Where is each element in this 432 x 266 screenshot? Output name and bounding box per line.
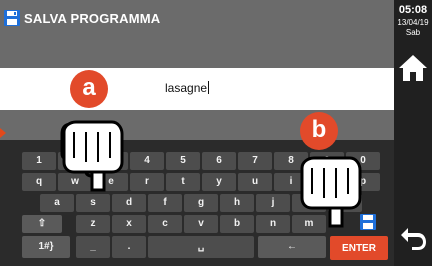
symbols-key[interactable]: 1#} [22, 236, 70, 258]
enter-key[interactable]: ENTER [330, 236, 388, 260]
callout-a: a [70, 70, 108, 108]
key-v[interactable]: v [184, 215, 218, 233]
key-g[interactable]: g [184, 194, 218, 212]
key-5[interactable]: 5 [166, 152, 200, 170]
program-name-text: lasagne [165, 81, 208, 95]
title-bar: SALVA PROGRAMMA [0, 0, 394, 38]
key-period[interactable]: . [112, 236, 146, 258]
shift-key[interactable]: ⇧ [22, 215, 62, 233]
clock-time: 05:08 [398, 4, 428, 16]
clock-date: 13/04/19 [397, 18, 429, 27]
right-sidebar: 05:08 13/04/19 Sab [394, 0, 432, 266]
key-h[interactable]: h [220, 194, 254, 212]
backspace-key[interactable]: ← [258, 236, 326, 258]
key-n[interactable]: n [256, 215, 290, 233]
back-icon[interactable] [398, 222, 428, 252]
save-icon [4, 10, 20, 26]
key-underscore[interactable]: _ [76, 236, 110, 258]
key-x[interactable]: x [112, 215, 146, 233]
key-d[interactable]: d [112, 194, 146, 212]
key-r[interactable]: r [130, 173, 164, 191]
key-f[interactable]: f [148, 194, 182, 212]
text-caret [208, 81, 210, 94]
clock-day: Sab [405, 28, 421, 37]
key-4[interactable]: 4 [130, 152, 164, 170]
key-b[interactable]: b [220, 215, 254, 233]
key-a[interactable]: a [40, 194, 74, 212]
home-icon[interactable] [397, 52, 429, 84]
callout-b: b [300, 112, 338, 150]
key-z[interactable]: z [76, 215, 110, 233]
key-j[interactable]: j [256, 194, 290, 212]
key-1[interactable]: 1 [22, 152, 56, 170]
key-6[interactable]: 6 [202, 152, 236, 170]
program-name-value: lasagne [165, 81, 210, 95]
page-title: SALVA PROGRAMMA [24, 11, 161, 26]
pointer-arrow-icon [0, 128, 6, 138]
key-c[interactable]: c [148, 215, 182, 233]
key-u[interactable]: u [238, 173, 272, 191]
key-t[interactable]: t [166, 173, 200, 191]
key-y[interactable]: y [202, 173, 236, 191]
key-s[interactable]: s [76, 194, 110, 212]
space-key[interactable]: ␣ [148, 236, 254, 258]
key-7[interactable]: 7 [238, 152, 272, 170]
key-q[interactable]: q [22, 173, 56, 191]
